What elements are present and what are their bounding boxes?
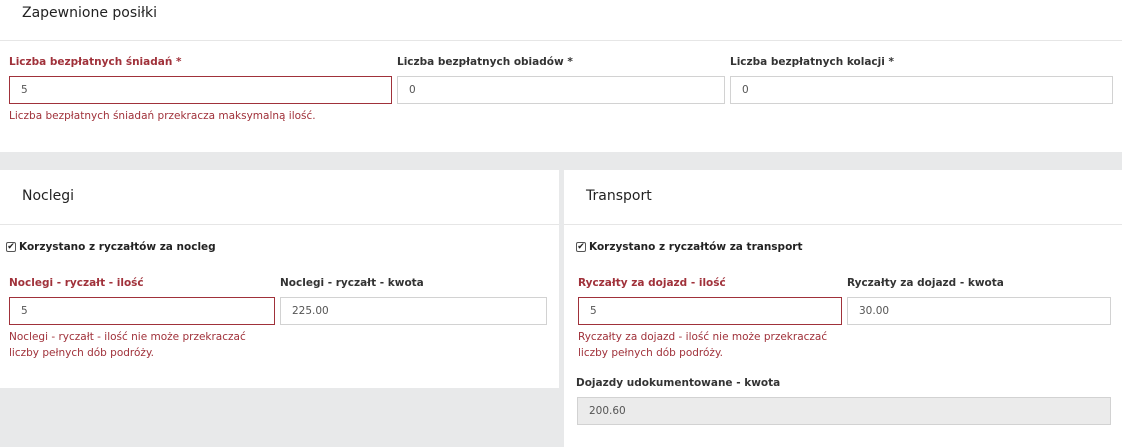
lunch-input[interactable]: 0: [397, 76, 725, 104]
checkmark-icon[interactable]: ✔: [576, 242, 586, 252]
checkmark-icon[interactable]: ✔: [6, 242, 16, 252]
transport-panel: Transport ✔ Korzystano z ryczałtów za tr…: [564, 170, 1122, 447]
lodging-panel-header: Noclegi: [0, 170, 559, 225]
documented-amount-input: 200.60: [577, 397, 1111, 425]
dinner-label: Liczba bezpłatnych kolacji *: [730, 56, 894, 68]
transport-count-error-message: Ryczałty za dojazd - ilość nie może prze…: [578, 331, 828, 359]
lodging-panel-title: Noclegi: [22, 188, 75, 204]
lodging-lumpsum-checkbox-label: Korzystano z ryczałtów za nocleg: [19, 241, 216, 253]
meals-panel: Zapewnione posiłki Liczba bezpłatnych śn…: [0, 0, 1122, 152]
transport-count-label: Ryczałty za dojazd - ilość: [578, 277, 726, 289]
breakfast-error-message: Liczba bezpłatnych śniadań przekracza ma…: [9, 110, 316, 122]
transport-panel-header: Transport: [564, 170, 1122, 225]
meals-panel-header: Zapewnione posiłki: [0, 0, 1122, 41]
breakfast-label: Liczba bezpłatnych śniadań *: [9, 56, 182, 68]
transport-panel-title: Transport: [586, 188, 652, 204]
lodging-count-error-message: Noclegi - ryczałt - ilość nie może przek…: [9, 331, 246, 359]
lodging-amount-label: Noclegi - ryczałt - kwota: [280, 277, 424, 289]
lodging-panel: Noclegi ✔ Korzystano z ryczałtów za nocl…: [0, 170, 559, 388]
lodging-count-input[interactable]: 5: [9, 297, 275, 325]
transport-amount-label: Ryczałty za dojazd - kwota: [847, 277, 1004, 289]
lodging-amount-input[interactable]: 225.00: [280, 297, 547, 325]
meals-panel-title: Zapewnione posiłki: [22, 5, 157, 21]
documented-amount-label: Dojazdy udokumentowane - kwota: [576, 377, 781, 389]
lunch-label: Liczba bezpłatnych obiadów *: [397, 56, 573, 68]
transport-count-input[interactable]: 5: [578, 297, 842, 325]
transport-lumpsum-checkbox[interactable]: ✔ Korzystano z ryczałtów za transport: [576, 241, 802, 253]
breakfast-input[interactable]: 5: [9, 76, 392, 104]
transport-amount-input[interactable]: 30.00: [847, 297, 1111, 325]
dinner-input[interactable]: 0: [730, 76, 1113, 104]
transport-lumpsum-checkbox-label: Korzystano z ryczałtów za transport: [589, 241, 803, 253]
lodging-lumpsum-checkbox[interactable]: ✔ Korzystano z ryczałtów za nocleg: [6, 241, 216, 253]
lodging-count-label: Noclegi - ryczałt - ilość: [9, 277, 144, 289]
